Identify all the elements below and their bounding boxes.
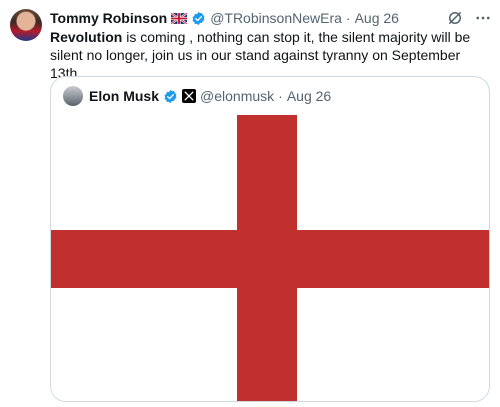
avatar[interactable] bbox=[10, 9, 42, 41]
england-flag-image[interactable] bbox=[51, 115, 489, 401]
uk-flag-icon bbox=[171, 12, 188, 24]
display-name[interactable]: Tommy Robinson bbox=[50, 10, 167, 26]
handle[interactable]: @TRobinsonNewEra bbox=[210, 10, 342, 26]
tweet-text-bold: Revolution bbox=[50, 29, 123, 45]
more-icon[interactable] bbox=[474, 9, 492, 27]
tweet-text: Revolution is coming , nothing can stop … bbox=[50, 28, 488, 82]
quoted-handle[interactable]: @elonmusk bbox=[200, 88, 274, 104]
tweet-date[interactable]: Aug 26 bbox=[355, 10, 399, 26]
verified-icon bbox=[192, 11, 205, 25]
flag-cross-horizontal bbox=[51, 230, 489, 288]
quoted-avatar[interactable] bbox=[63, 86, 83, 106]
separator-dot: · bbox=[278, 88, 283, 104]
x-logo-icon bbox=[182, 89, 197, 103]
separator-dot: · bbox=[345, 10, 351, 26]
quoted-tweet-card[interactable]: Elon Musk @elonmusk · Aug 26 bbox=[50, 76, 490, 402]
quoted-tweet-header: Elon Musk @elonmusk · Aug 26 bbox=[63, 86, 331, 106]
tweet-header: Tommy Robinson @TRobinsonNewEra · Aug 26 bbox=[50, 8, 470, 28]
quoted-date[interactable]: Aug 26 bbox=[287, 88, 331, 104]
quoted-display-name[interactable]: Elon Musk bbox=[89, 88, 159, 104]
verified-icon bbox=[164, 89, 177, 103]
grok-icon[interactable] bbox=[446, 9, 464, 27]
